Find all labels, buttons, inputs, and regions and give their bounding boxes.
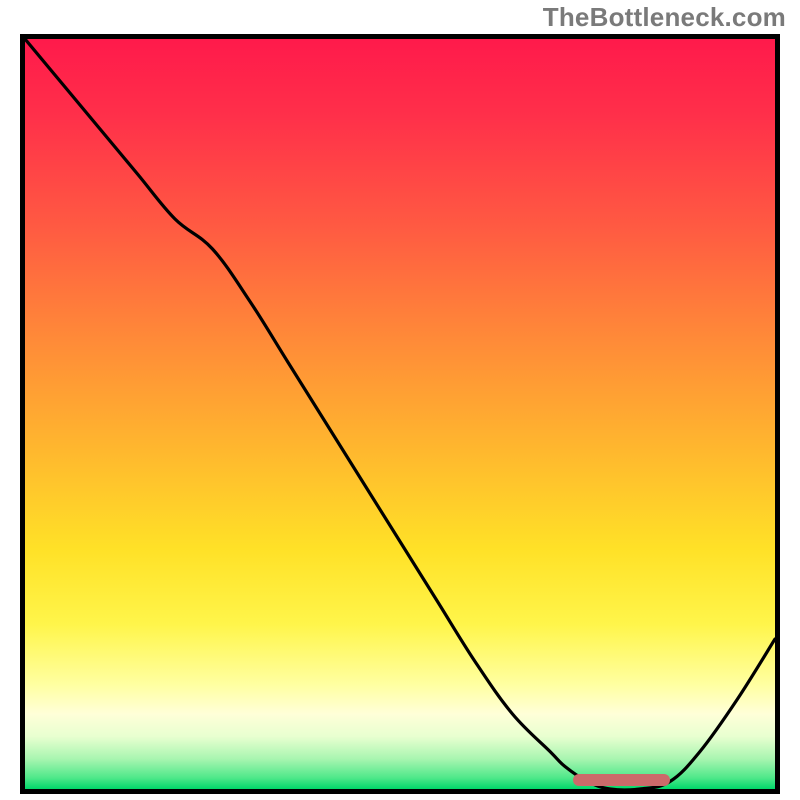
optimal-range-marker	[573, 774, 671, 786]
plot-area	[20, 34, 780, 794]
chart-svg	[25, 39, 775, 789]
gradient-rect	[25, 39, 775, 789]
watermark-text: TheBottleneck.com	[543, 2, 786, 33]
chart-stage: TheBottleneck.com	[0, 0, 800, 800]
